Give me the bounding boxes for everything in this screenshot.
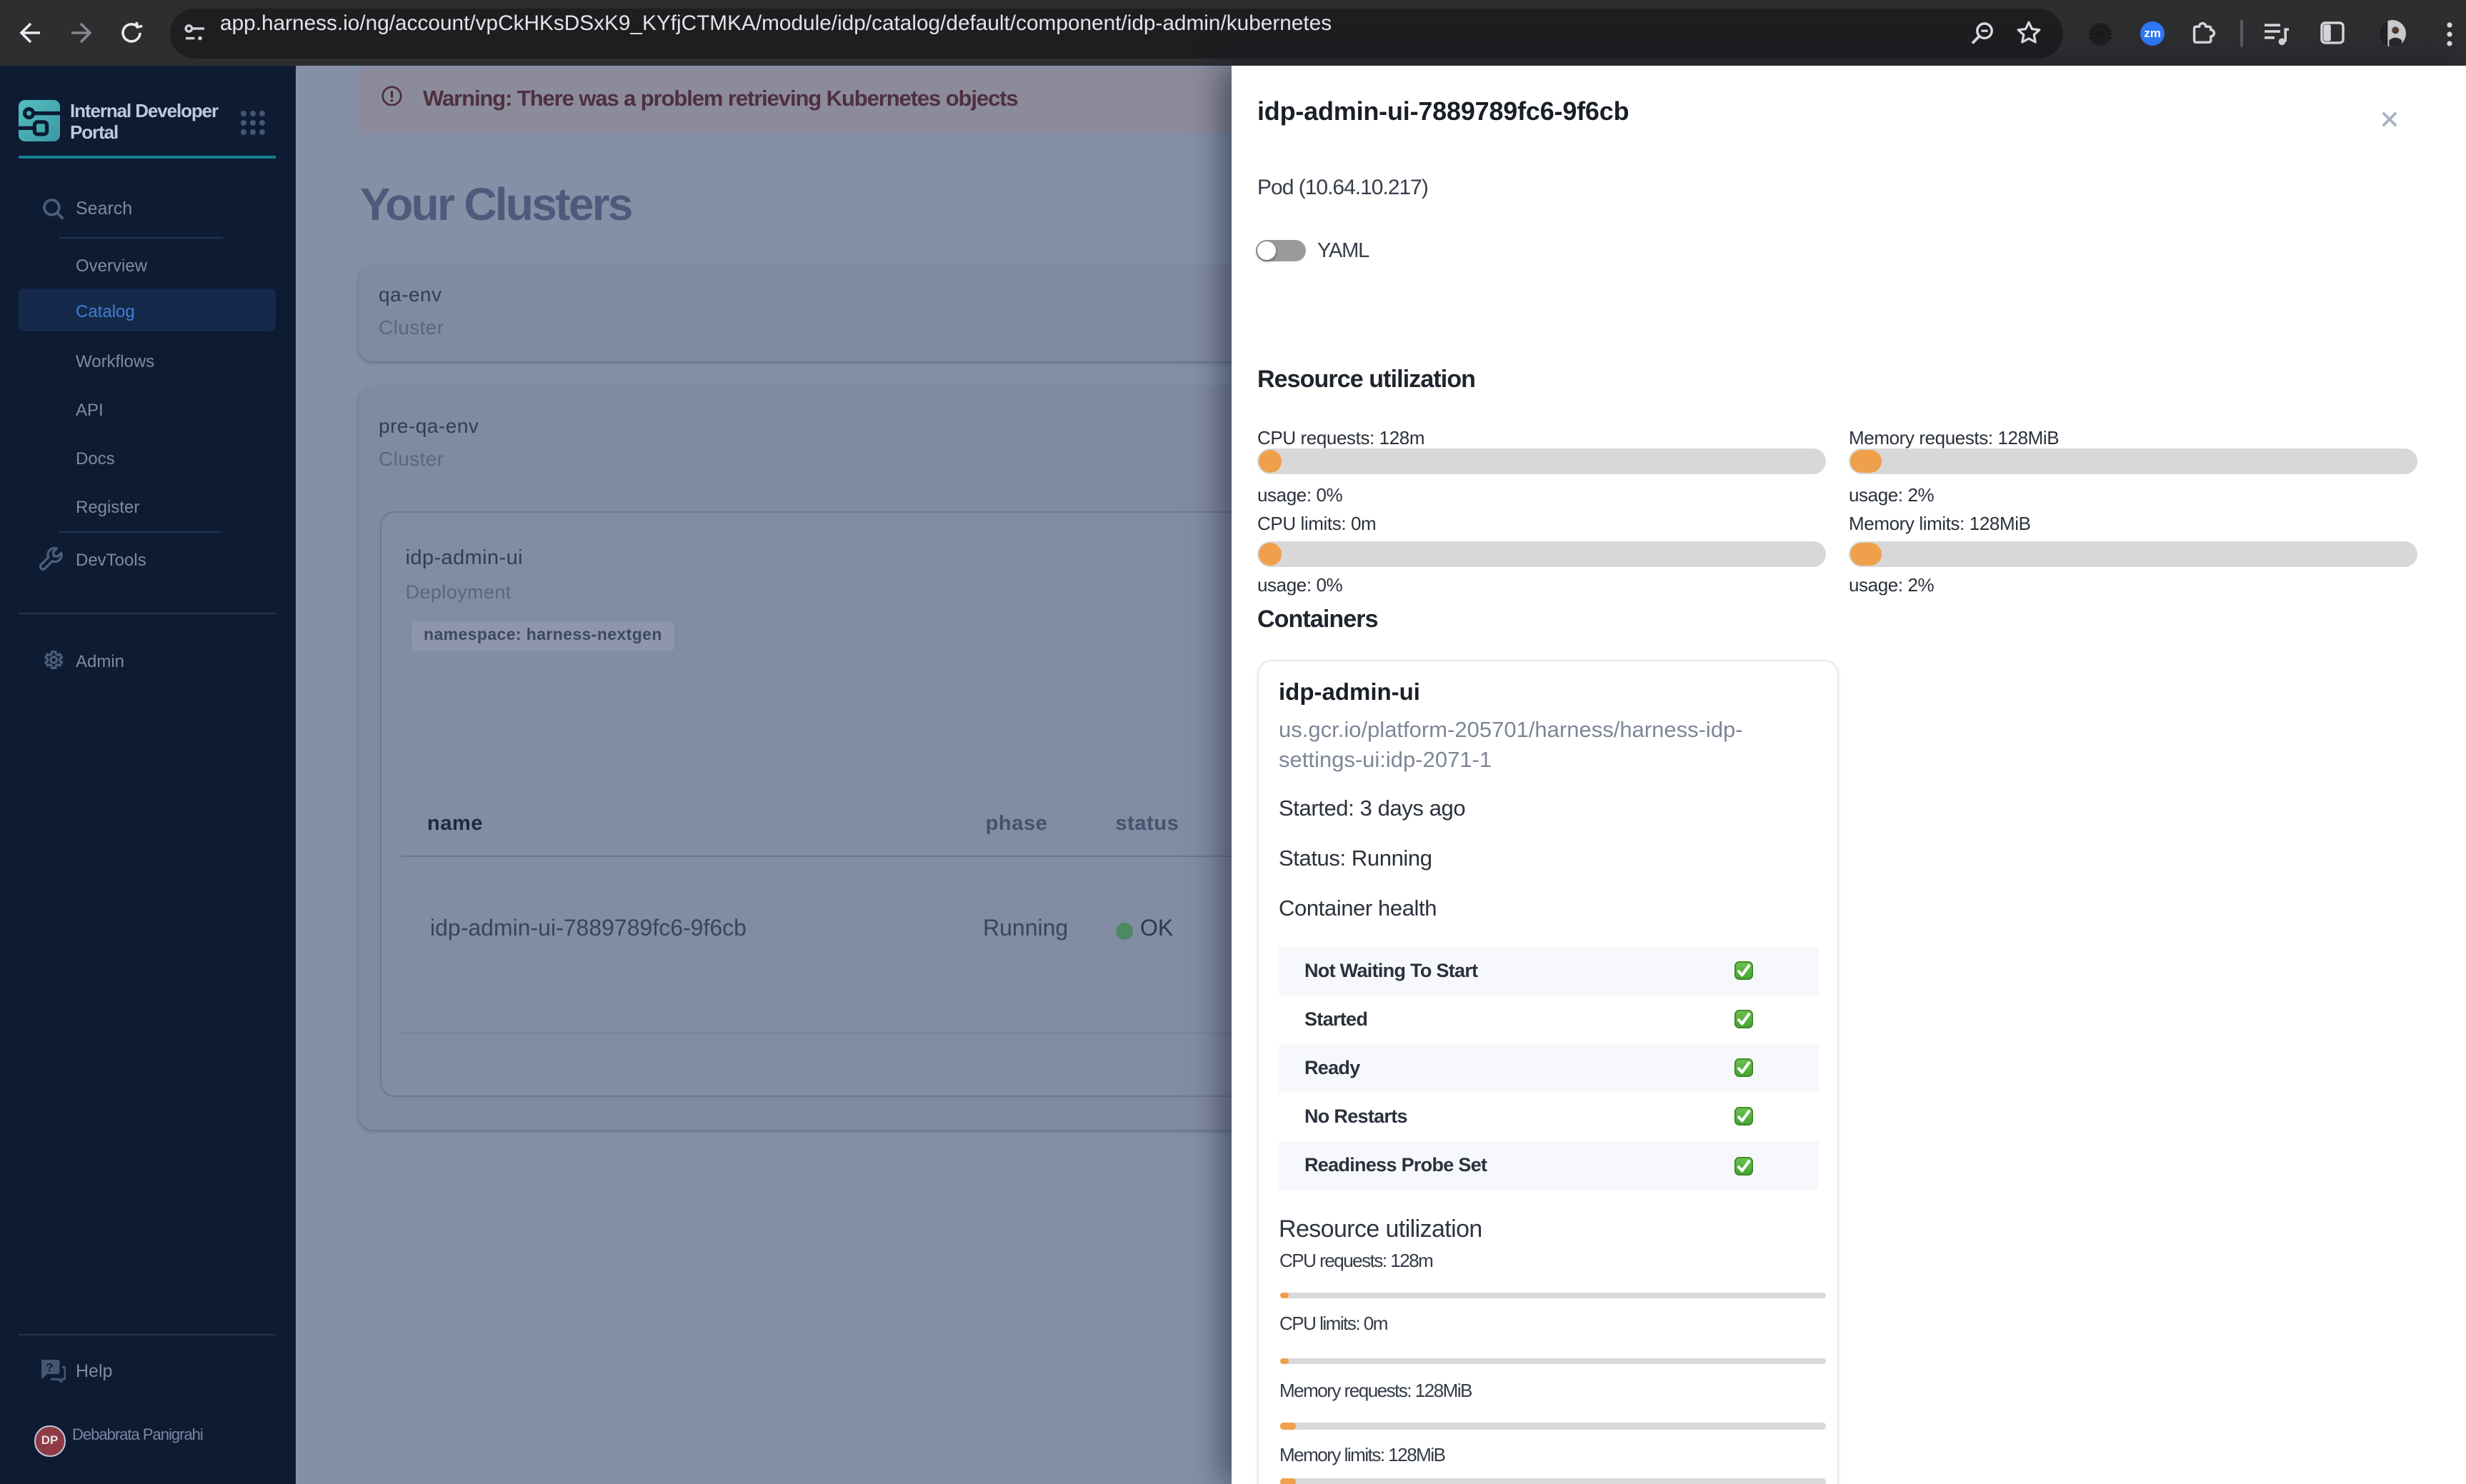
svg-text:?: ? [46, 1360, 53, 1374]
